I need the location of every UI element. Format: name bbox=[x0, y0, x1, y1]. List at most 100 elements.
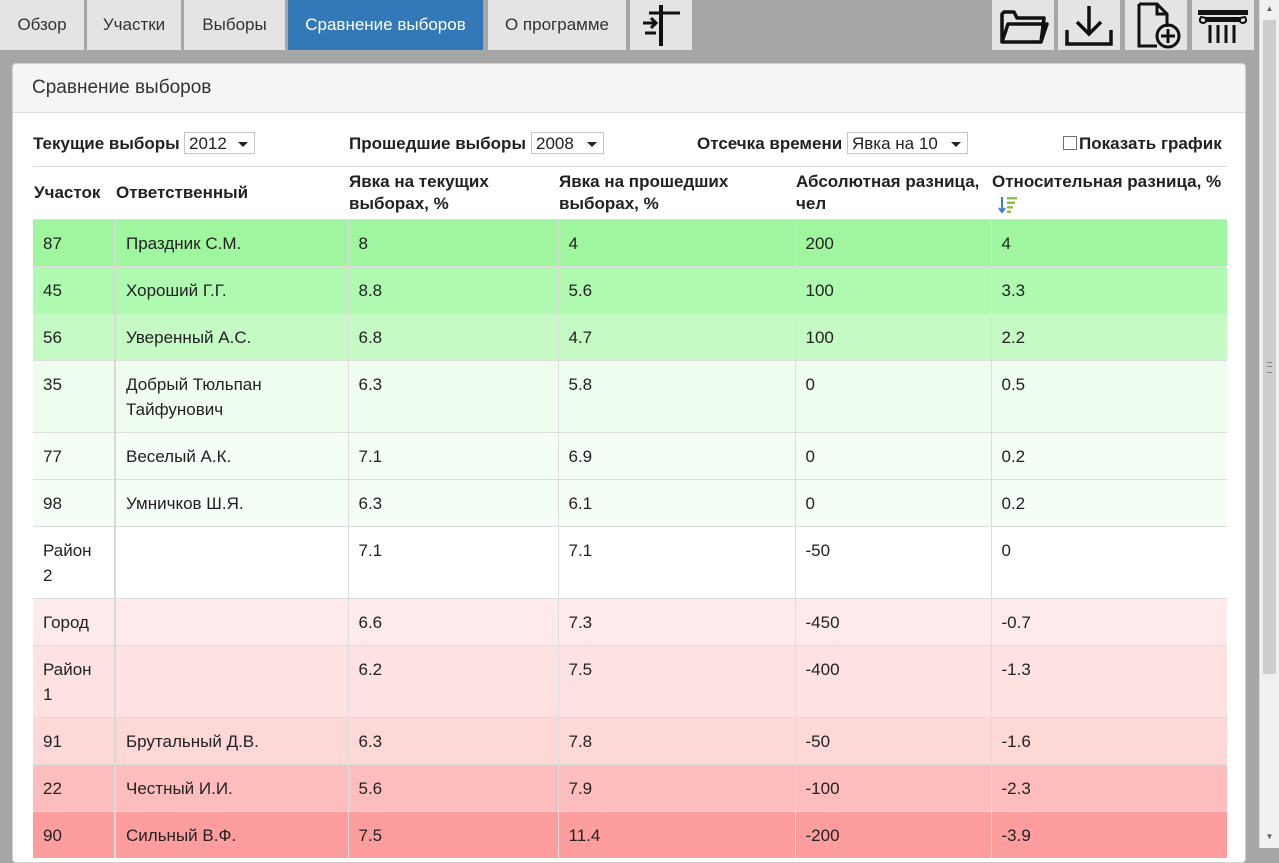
cell-relative-diff: 0.2 bbox=[990, 432, 1227, 480]
cell-relative-diff: -1.6 bbox=[990, 717, 1227, 765]
cell-responsible: Честный И.И. bbox=[114, 764, 348, 812]
cell-district: 98 bbox=[33, 479, 116, 527]
table-row[interactable]: 87 Праздник С.М. 8 4 200 4 bbox=[33, 219, 1227, 267]
tab-compare-elections[interactable]: Сравнение выборов bbox=[288, 0, 483, 50]
scroll-thumb[interactable] bbox=[1263, 20, 1276, 674]
current-election-value: 2012 bbox=[189, 134, 227, 153]
cell-district: Район 1 bbox=[33, 645, 116, 718]
sort-descending-icon bbox=[998, 196, 1017, 214]
open-file-button[interactable] bbox=[992, 0, 1054, 50]
time-cutoff-select[interactable]: Явка на 10 bbox=[847, 132, 968, 154]
cell-responsible: Сильный В.Ф. bbox=[114, 811, 348, 858]
time-cutoff-label: Отсечка времени bbox=[697, 134, 843, 153]
current-election-select[interactable]: 2012 bbox=[184, 132, 255, 154]
chevron-down-icon bbox=[587, 142, 597, 147]
table-row[interactable]: 35 Добрый Тюльпан Тайфунович 6.3 5.8 0 0.5 bbox=[33, 360, 1227, 433]
column-header-district[interactable]: Участок bbox=[33, 166, 115, 220]
cell-district: 45 bbox=[33, 266, 116, 314]
scroll-down-icon[interactable]: ▼ bbox=[1260, 828, 1279, 845]
table-row[interactable]: Город 6.6 7.3 -450 -0.7 bbox=[33, 598, 1227, 646]
comparison-table: Участок Ответственный Явка на текущих вы… bbox=[33, 166, 1227, 858]
vertical-scrollbar[interactable]: ▲ ▼ bbox=[1259, 0, 1279, 848]
cell-responsible: Брутальный Д.В. bbox=[114, 717, 348, 765]
tab-about[interactable]: О программе bbox=[488, 0, 626, 50]
table-row[interactable]: 98 Умничков Ш.Я. 6.3 6.1 0 0.2 bbox=[33, 479, 1227, 527]
column-icon bbox=[1198, 10, 1248, 43]
cell-current-turnout: 7.5 bbox=[347, 811, 558, 858]
show-chart-label: Показать график bbox=[1079, 134, 1222, 153]
cell-relative-diff: 0.5 bbox=[990, 360, 1227, 433]
cell-current-turnout: 8 bbox=[347, 219, 558, 267]
table-row[interactable]: Район 1 6.2 7.5 -400 -1.3 bbox=[33, 645, 1227, 718]
cell-absolute-diff: 100 bbox=[794, 313, 991, 361]
time-cutoff-value: Явка на 10 bbox=[852, 134, 938, 153]
cell-responsible: Умничков Ш.Я. bbox=[114, 479, 348, 527]
cell-absolute-diff: 0 bbox=[794, 479, 991, 527]
column-header-relative-diff[interactable]: Относительная разница, % bbox=[991, 166, 1227, 220]
cell-district: Город bbox=[33, 598, 116, 646]
tab-elections[interactable]: Выборы bbox=[184, 0, 285, 50]
cell-absolute-diff: -400 bbox=[794, 645, 991, 718]
column-header-past-turnout[interactable]: Явка на прошедших выборах, % bbox=[558, 166, 795, 220]
cell-current-turnout: 6.8 bbox=[347, 313, 558, 361]
cell-current-turnout: 7.1 bbox=[347, 526, 558, 599]
cell-responsible bbox=[114, 526, 348, 599]
cell-absolute-diff: 0 bbox=[794, 432, 991, 480]
past-election-select[interactable]: 2008 bbox=[531, 132, 604, 154]
cell-absolute-diff: 200 bbox=[794, 219, 991, 267]
cell-relative-diff: -0.7 bbox=[990, 598, 1227, 646]
column-header-responsible[interactable]: Ответственный bbox=[115, 166, 348, 220]
cell-absolute-diff: -200 bbox=[794, 811, 991, 858]
cell-absolute-diff: -50 bbox=[794, 526, 991, 599]
cell-district: Район 2 bbox=[33, 526, 116, 599]
cell-district: 77 bbox=[33, 432, 116, 480]
show-chart-checkbox[interactable] bbox=[1063, 136, 1077, 150]
cell-responsible bbox=[114, 645, 348, 718]
cell-current-turnout: 6.3 bbox=[347, 479, 558, 527]
cell-relative-diff: -2.3 bbox=[990, 764, 1227, 812]
cell-district: 87 bbox=[33, 219, 116, 267]
past-election-value: 2008 bbox=[536, 134, 574, 153]
cell-relative-diff: 0 bbox=[990, 526, 1227, 599]
cell-past-turnout: 7.1 bbox=[557, 526, 795, 599]
column-header-absolute-diff[interactable]: Абсолютная разница, чел bbox=[795, 166, 991, 220]
cell-current-turnout: 6.2 bbox=[347, 645, 558, 718]
grip-icon bbox=[1267, 362, 1272, 373]
table-row[interactable]: 22 Честный И.И. 5.6 7.9 -100 -2.3 bbox=[33, 764, 1227, 812]
signpost-tab[interactable] bbox=[630, 0, 692, 50]
table-row[interactable]: 45 Хороший Г.Г. 8.8 5.6 100 3.3 bbox=[33, 266, 1227, 314]
table-row[interactable]: 91 Брутальный Д.В. 6.3 7.8 -50 -1.6 bbox=[33, 717, 1227, 765]
table-row[interactable]: 56 Уверенный А.С. 6.8 4.7 100 2.2 bbox=[33, 313, 1227, 361]
download-button[interactable] bbox=[1058, 0, 1120, 50]
table-row[interactable]: 90 Сильный В.Ф. 7.5 11.4 -200 -3.9 bbox=[33, 811, 1227, 858]
cell-past-turnout: 6.9 bbox=[557, 432, 795, 480]
scroll-up-icon[interactable]: ▲ bbox=[1260, 0, 1279, 17]
cell-relative-diff: 3.3 bbox=[990, 266, 1227, 314]
new-document-button[interactable] bbox=[1125, 0, 1187, 50]
table-row[interactable]: Район 2 7.1 7.1 -50 0 bbox=[33, 526, 1227, 599]
cell-current-turnout: 6.3 bbox=[347, 360, 558, 433]
cell-current-turnout: 6.3 bbox=[347, 717, 558, 765]
signpost-icon bbox=[643, 5, 680, 46]
column-button[interactable] bbox=[1192, 0, 1254, 50]
tab-districts[interactable]: Участки bbox=[87, 0, 181, 50]
cell-responsible: Уверенный А.С. bbox=[114, 313, 348, 361]
cell-relative-diff: 2.2 bbox=[990, 313, 1227, 361]
comparison-panel: Сравнение выборов Текущие выборы 2012 Пр… bbox=[12, 63, 1246, 863]
current-election-control: Текущие выборы 2012 bbox=[33, 132, 255, 156]
new-document-icon bbox=[1137, 2, 1181, 49]
table-body: 87 Праздник С.М. 8 4 200 4 45 Хороший Г.Г. 8.8 5.… bbox=[33, 219, 1227, 858]
table-row[interactable]: 77 Веселый А.К. 7.1 6.9 0 0.2 bbox=[33, 432, 1227, 480]
tab-overview[interactable]: Обзор bbox=[0, 0, 84, 50]
cell-relative-diff: -1.3 bbox=[990, 645, 1227, 718]
cell-responsible: Веселый А.К. bbox=[114, 432, 348, 480]
download-icon bbox=[1065, 6, 1113, 46]
current-election-label: Текущие выборы bbox=[33, 134, 180, 153]
show-chart-control[interactable]: Показать график bbox=[1063, 132, 1222, 156]
past-election-control: Прошедшие выборы 2008 bbox=[349, 132, 604, 156]
cell-district: 22 bbox=[33, 764, 116, 812]
cell-relative-diff: 0.2 bbox=[990, 479, 1227, 527]
cell-past-turnout: 11.4 bbox=[557, 811, 795, 858]
cell-responsible: Добрый Тюльпан Тайфунович bbox=[114, 360, 348, 433]
column-header-current-turnout[interactable]: Явка на текущих выборах, % bbox=[348, 166, 558, 220]
